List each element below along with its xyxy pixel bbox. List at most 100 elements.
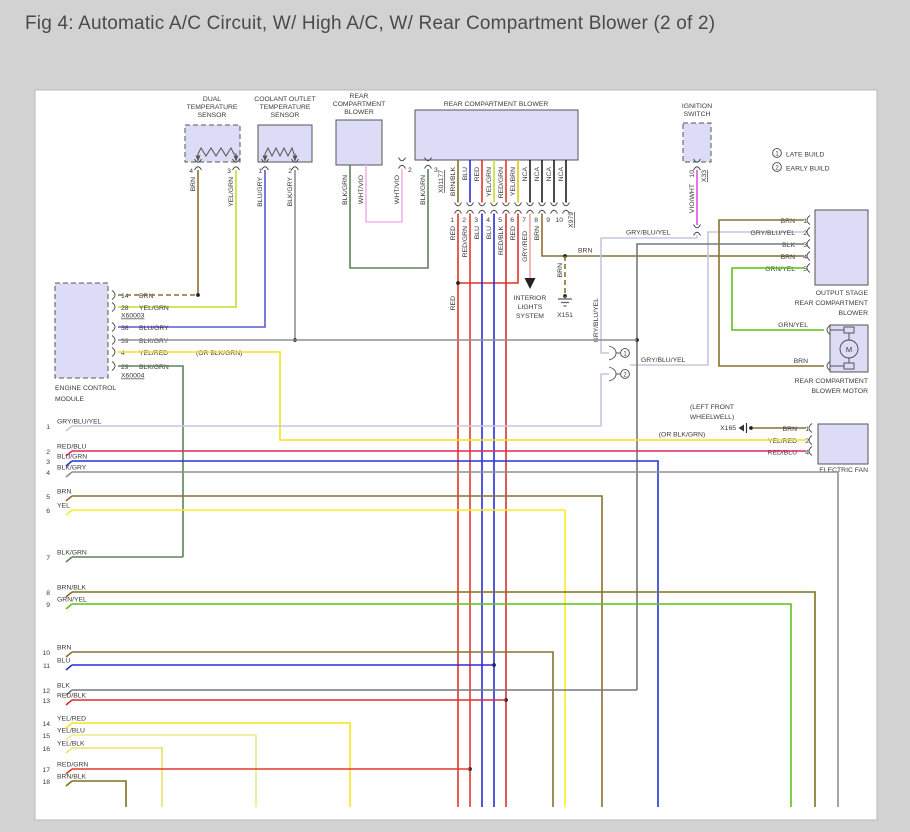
label: BLK/GRY: [139, 338, 169, 345]
junction-dot: [749, 426, 753, 430]
wire-number-8: 8: [46, 590, 50, 597]
label: SYSTEM: [516, 313, 544, 320]
label: WHT/VIO: [358, 175, 365, 204]
wire-color-label-7: BLK/GRN: [57, 550, 87, 557]
ground-x151-label: X151: [557, 312, 573, 319]
wire-number-9: 9: [46, 602, 50, 609]
label: BRN: [578, 248, 592, 255]
wire-number-3: 3: [46, 459, 50, 466]
label: WHEELWELL): [690, 414, 734, 421]
label: MODULE: [55, 396, 85, 403]
label: 1: [803, 218, 807, 225]
ecm-caption: ENGINE CONTROL: [55, 385, 116, 392]
ignition-switch-label: IGNITION: [682, 103, 712, 110]
label: SENSOR: [271, 112, 300, 119]
dual-temperature-sensor: [184, 124, 241, 163]
label: BRN: [190, 177, 197, 191]
label: NCA: [546, 167, 553, 182]
wire-number-10: 10: [42, 650, 50, 657]
label: BLK/GRN: [139, 364, 169, 371]
label: BLU: [486, 226, 493, 239]
label: 10: [689, 170, 696, 178]
diagram-canvas: [34, 89, 878, 821]
wire-color-label-9: GRN/YEL: [57, 597, 87, 604]
wire-color-label-1: GRY/BLU/YEL: [57, 419, 102, 426]
label: 5: [498, 217, 502, 224]
label: RED/GRN: [462, 226, 469, 257]
label: 1: [450, 217, 454, 224]
connector-x01177-label: X01177: [438, 170, 445, 193]
label: BLK/GRN: [342, 175, 349, 205]
label: 38: [121, 325, 129, 332]
label: GRY/BLU/YEL: [641, 357, 686, 364]
wire-color-label-2: RED/BLU: [57, 444, 87, 451]
engine-control-module: [54, 282, 109, 379]
label: RED: [450, 296, 457, 310]
wire-color-label-10: BRN: [57, 645, 71, 652]
label: 3: [227, 168, 231, 175]
blower-motor-caption: REAR COMPARTMENT: [795, 378, 868, 385]
label: BRN/BLK: [450, 167, 457, 197]
connector-x165-label: X165: [720, 425, 736, 432]
wire-color-label-17: RED/GRN: [57, 762, 88, 769]
label: NCA: [534, 167, 541, 182]
wire-color-label-15: YEL/BLU: [57, 728, 85, 735]
wire-number-4: 4: [46, 470, 50, 477]
label: BRN: [794, 358, 808, 365]
label: LIGHTS: [518, 304, 543, 311]
label: 2: [462, 217, 466, 224]
small-blower-label: REAR: [350, 93, 369, 100]
wire-number-13: 13: [42, 698, 50, 705]
label: NCA: [558, 167, 565, 182]
label: YEL/GRN: [228, 177, 235, 207]
wire-color-label-3: BLU/GRN: [57, 454, 87, 461]
label: BLK/GRN: [420, 175, 427, 205]
label: BLU: [462, 167, 469, 180]
output-stage-rear-compartment-blower: [814, 209, 869, 286]
label: WHT/VIO: [394, 175, 401, 204]
label: BRN: [781, 218, 795, 225]
diagram-element: [843, 362, 855, 370]
label: 1: [258, 168, 262, 175]
label: BLK/GRY: [287, 177, 294, 207]
label: RED: [450, 226, 457, 240]
label: BRN: [557, 263, 564, 277]
label: BLU: [474, 226, 481, 239]
label: 4: [486, 217, 490, 224]
label: GRN/YEL: [778, 322, 808, 329]
page: Fig 4: Automatic A/C Circuit, W/ High A/…: [0, 0, 910, 832]
label: 10: [555, 217, 563, 224]
label: YEL/GRN: [486, 167, 493, 197]
connector-x979-label: X979: [568, 212, 575, 228]
wire-number-5: 5: [46, 494, 50, 501]
label: 14: [121, 293, 129, 300]
label: BRN: [781, 254, 795, 261]
label: YEL/BRN: [510, 167, 517, 196]
legend-late-build-label: LATE BUILD: [786, 152, 824, 159]
label: 29: [121, 364, 129, 371]
label: 7: [522, 217, 526, 224]
label: VIO/WHT: [689, 184, 696, 213]
label: BLOWER: [344, 109, 374, 116]
wire-color-label-12: BLK: [57, 683, 70, 690]
electric-fan-caption: ELECTRIC FAN: [819, 467, 868, 474]
coolant-sensor-label: COOLANT OUTLET: [254, 96, 315, 103]
label: BRN: [534, 226, 541, 240]
wire-color-label-4: BLK/GRY: [57, 465, 87, 472]
rear-compartment-blower: [414, 109, 579, 161]
ignition-switch: [682, 122, 712, 163]
diagram-element: [843, 326, 855, 334]
connector-x33-label: X33: [701, 170, 708, 182]
label: 39: [121, 338, 129, 345]
rear-compartment-blower-small: [335, 119, 383, 166]
wire-number-1: 1: [46, 424, 50, 431]
wheelwell-note: (LEFT FRONT: [690, 404, 734, 411]
wire-color-label-6: YEL: [57, 503, 70, 510]
label: 8: [534, 217, 538, 224]
motor-letter: M: [846, 345, 852, 354]
electric-fan: [817, 423, 869, 465]
junction-dot: [196, 293, 200, 297]
wire-number-7: 7: [46, 555, 50, 562]
label: RED/GRN: [498, 167, 505, 198]
label: RED: [474, 167, 481, 181]
